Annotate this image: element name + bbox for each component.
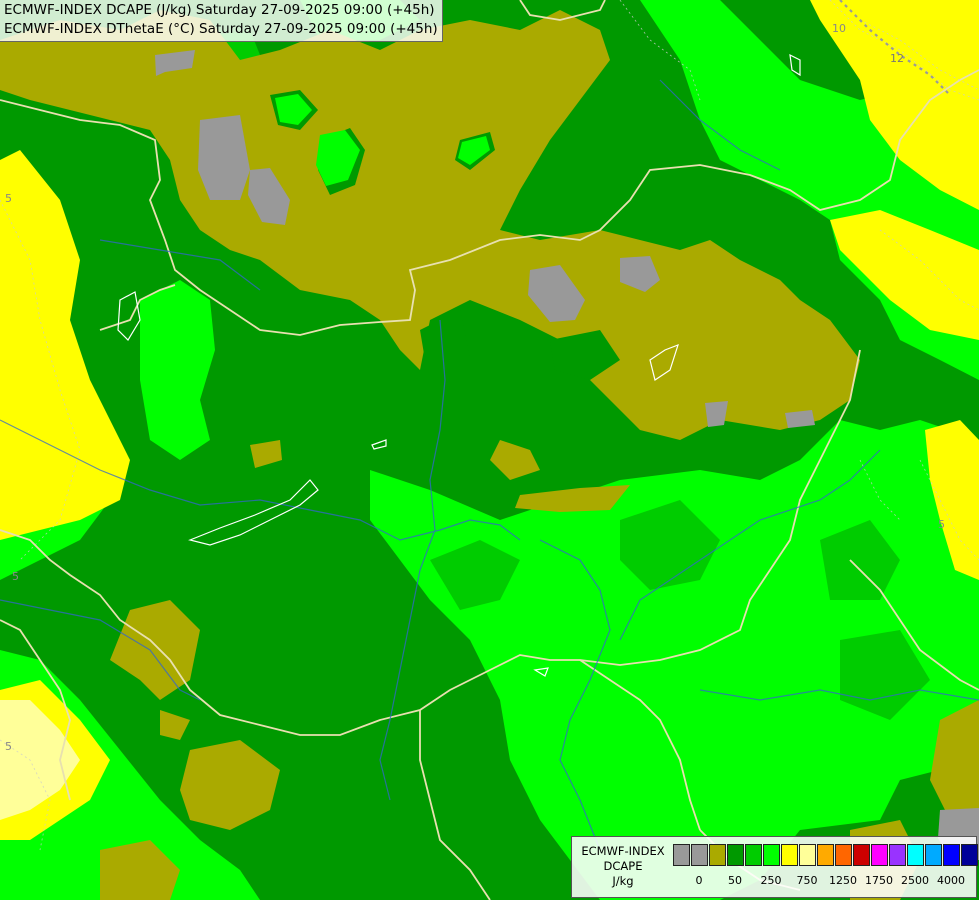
contour-label: 5 bbox=[12, 570, 19, 583]
legend-swatch bbox=[907, 844, 924, 866]
legend-swatch bbox=[691, 844, 708, 866]
legend-title-line2: DCAPE bbox=[603, 859, 643, 873]
legend-swatch bbox=[871, 844, 888, 866]
legend-unit: J/kg bbox=[612, 874, 634, 888]
legend-swatch bbox=[745, 844, 762, 866]
legend-tick-label: 4000 bbox=[937, 874, 965, 887]
legend-swatches bbox=[673, 844, 979, 866]
dcape-map: 5 5 5 5 10 12 bbox=[0, 0, 979, 900]
legend-title: ECMWF-INDEX DCAPE J/kg bbox=[574, 844, 672, 889]
legend-swatch bbox=[799, 844, 816, 866]
legend-tick-label: 250 bbox=[760, 874, 782, 887]
legend-swatch bbox=[943, 844, 960, 866]
legend-swatch bbox=[763, 844, 780, 866]
legend-tick-label: 750 bbox=[796, 874, 818, 887]
legend-swatch bbox=[961, 844, 978, 866]
legend-swatch bbox=[889, 844, 906, 866]
legend-ticks: 0 50 250 750 1250 1750 2500 4000 bbox=[673, 874, 973, 890]
contour-label: 10 bbox=[832, 22, 846, 35]
legend-swatch bbox=[853, 844, 870, 866]
legend-swatch bbox=[835, 844, 852, 866]
legend-tick-label: 1250 bbox=[829, 874, 857, 887]
legend-swatch bbox=[727, 844, 744, 866]
legend-tick-label: 2500 bbox=[901, 874, 929, 887]
color-legend: ECMWF-INDEX DCAPE J/kg 0 50 250 750 1250 1750… bbox=[571, 836, 979, 898]
map-view[interactable]: 5 5 5 5 10 12 ECMWF-INDEX DCAPE (J/kg) S… bbox=[0, 0, 979, 900]
legend-title-line1: ECMWF-INDEX bbox=[581, 844, 665, 858]
legend-tick-label: 1750 bbox=[865, 874, 893, 887]
legend-swatch bbox=[673, 844, 690, 866]
legend-swatch bbox=[781, 844, 798, 866]
contour-label: 5 bbox=[938, 518, 945, 531]
map-title: ECMWF-INDEX DCAPE (J/kg) Saturday 27-09-… bbox=[0, 0, 443, 42]
legend-tick-label: 0 bbox=[695, 874, 703, 887]
contour-label: 5 bbox=[5, 740, 12, 753]
contour-label: 12 bbox=[890, 52, 904, 65]
contour-label: 5 bbox=[5, 192, 12, 205]
legend-swatch bbox=[925, 844, 942, 866]
legend-swatch bbox=[709, 844, 726, 866]
title-line-dthetae: ECMWF-INDEX DThetaE (°C) Saturday 27-09-… bbox=[4, 21, 438, 37]
title-line-dcape: ECMWF-INDEX DCAPE (J/kg) Saturday 27-09-… bbox=[4, 2, 435, 18]
legend-tick-label: 50 bbox=[728, 874, 742, 887]
legend-swatch bbox=[817, 844, 834, 866]
